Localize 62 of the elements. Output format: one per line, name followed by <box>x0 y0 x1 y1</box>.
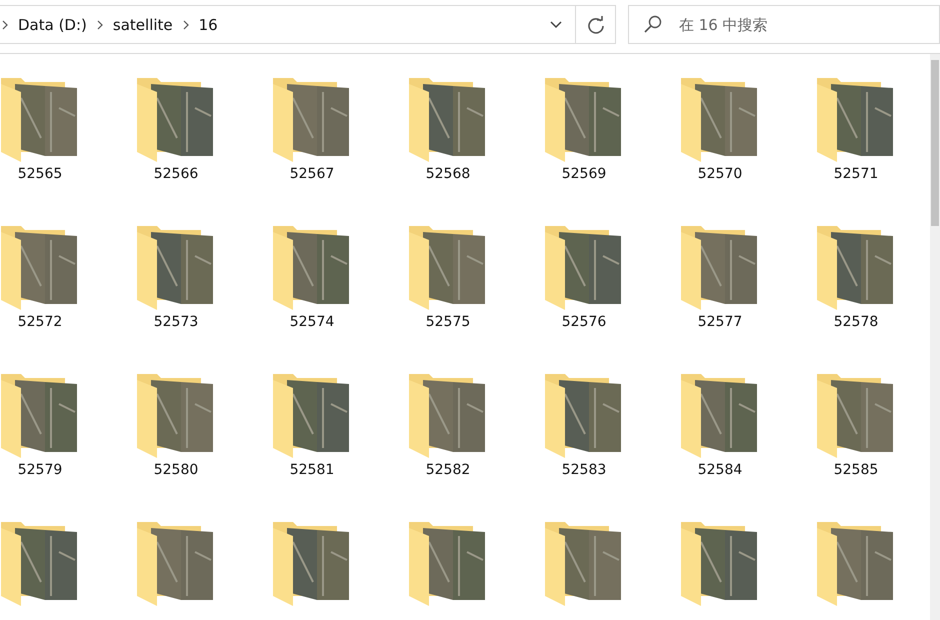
folder-icon <box>273 522 351 606</box>
folder-icon <box>137 374 215 458</box>
folder-name[interactable]: 52581 <box>290 462 334 478</box>
refresh-icon <box>586 16 604 34</box>
folder-name[interactable]: 52575 <box>426 314 470 330</box>
folder-icon <box>545 226 623 310</box>
chevron-icon <box>96 20 103 30</box>
folder-icon <box>681 78 759 162</box>
folder-name[interactable]: 52573 <box>154 314 198 330</box>
folder-icon <box>1 226 79 310</box>
address-bar[interactable]: Data (D:) satellite 16 <box>0 5 616 44</box>
folder-name[interactable]: 52578 <box>834 314 878 330</box>
folder-icon <box>817 78 895 162</box>
folder-icon <box>409 226 487 310</box>
breadcrumb-item[interactable]: Data (D:) <box>18 16 87 34</box>
folder-name[interactable]: 52565 <box>18 166 62 182</box>
folder-name[interactable]: 52585 <box>834 462 878 478</box>
folder-name[interactable]: 52579 <box>18 462 62 478</box>
folder-icon <box>273 374 351 458</box>
folder-name[interactable]: 52576 <box>562 314 606 330</box>
folder-icon <box>817 374 895 458</box>
folder-icon <box>409 374 487 458</box>
folder-icon <box>409 522 487 606</box>
folder-icon <box>137 78 215 162</box>
folder-icon <box>817 522 895 606</box>
folder-icon <box>137 226 215 310</box>
folder-name[interactable]: 52567 <box>290 166 334 182</box>
folder-icon <box>1 522 79 606</box>
folder-name[interactable]: 52582 <box>426 462 470 478</box>
breadcrumb-item[interactable]: 16 <box>198 16 218 34</box>
folder-name[interactable]: 52574 <box>290 314 334 330</box>
folder-name[interactable]: 52569 <box>562 166 606 182</box>
folder-icon <box>817 226 895 310</box>
folder-icon <box>1 78 79 162</box>
folder-icon <box>273 226 351 310</box>
folder-name[interactable]: 52568 <box>426 166 470 182</box>
folder-name[interactable]: 52572 <box>18 314 62 330</box>
folder-icon <box>545 374 623 458</box>
folder-icon <box>545 522 623 606</box>
folder-name[interactable]: 52583 <box>562 462 606 478</box>
folder-icon <box>681 226 759 310</box>
folder-icon <box>681 522 759 606</box>
folder-name[interactable]: 52571 <box>834 166 878 182</box>
search-icon <box>644 15 662 33</box>
folder-name[interactable]: 52577 <box>698 314 742 330</box>
chevron-icon <box>2 20 8 30</box>
scrollbar-thumb[interactable] <box>931 60 939 226</box>
folder-icon <box>273 78 351 162</box>
folder-name[interactable]: 52584 <box>698 462 742 478</box>
chevron-down-icon <box>550 20 562 28</box>
scrollbar[interactable] <box>930 54 940 620</box>
folder-name[interactable]: 52566 <box>154 166 198 182</box>
folder-name[interactable]: 52570 <box>698 166 742 182</box>
chevron-icon <box>182 20 189 30</box>
folder-icon <box>545 78 623 162</box>
folder-icon <box>1 374 79 458</box>
breadcrumb-item[interactable]: satellite <box>112 16 173 34</box>
folder-icon <box>409 78 487 162</box>
search-field[interactable]: 在 16 中搜索 <box>628 5 940 44</box>
folder-name[interactable]: 52580 <box>154 462 198 478</box>
folder-icon <box>681 374 759 458</box>
folder-icon <box>137 522 215 606</box>
